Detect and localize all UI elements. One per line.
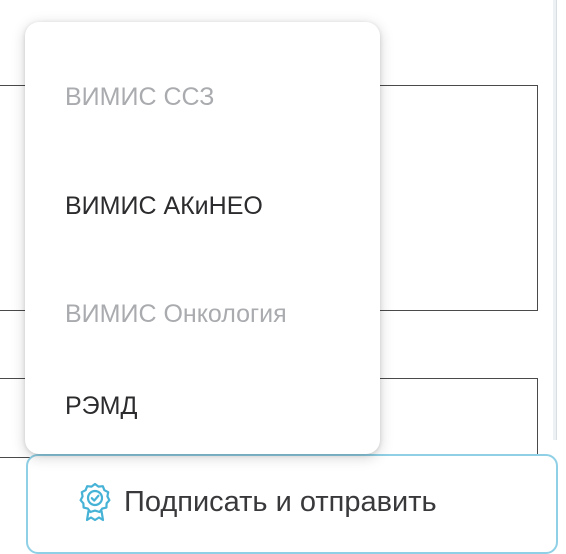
sign-button-content: Подписать и отправить: [78, 482, 437, 522]
right-panel-divider: [556, 0, 557, 440]
menu-item-vimis-akineo[interactable]: ВИМИС АКиНЕО: [65, 186, 263, 226]
send-target-dropdown-menu: ВИМИС ССЗ ВИМИС АКиНЕО ВИМИС Онкология Р…: [25, 22, 380, 454]
sign-and-send-button[interactable]: Подписать и отправить: [26, 454, 558, 554]
menu-item-vimis-oncology: ВИМИС Онкология: [65, 299, 287, 328]
sign-button-label: Подписать и отправить: [124, 485, 437, 518]
menu-item-vimis-ssz: ВИМИС ССЗ: [65, 82, 215, 111]
certificate-icon: [78, 482, 112, 522]
menu-item-remd[interactable]: РЭМД: [65, 386, 137, 426]
